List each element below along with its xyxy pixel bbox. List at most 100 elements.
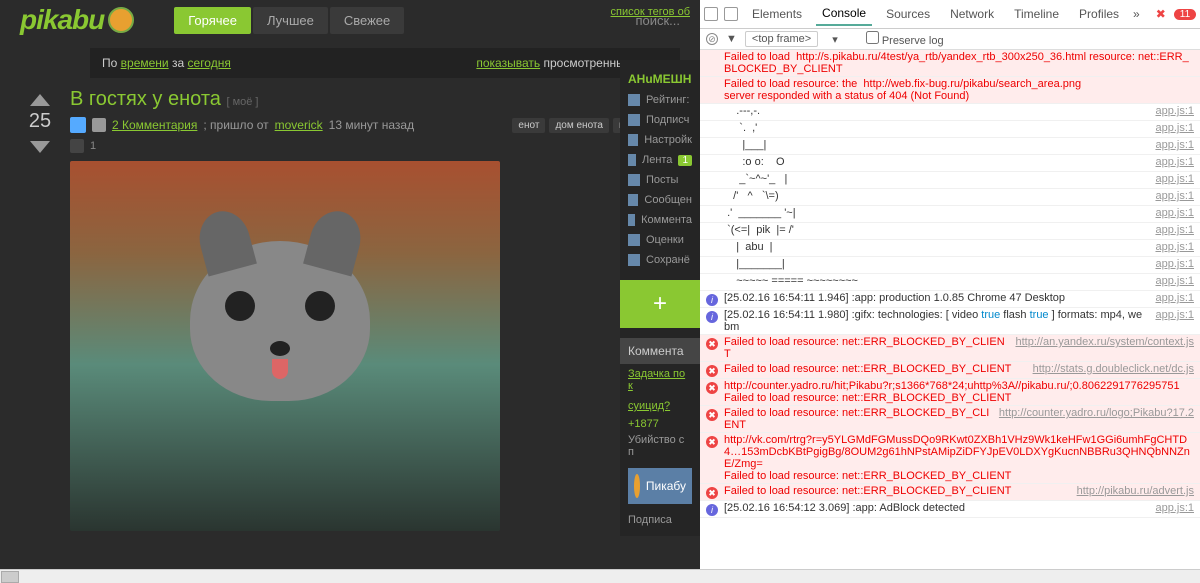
tab-console[interactable]: Console <box>816 2 872 26</box>
sidebar-item[interactable]: Оценки <box>620 230 700 250</box>
console-source[interactable]: app.js:1 <box>1155 156 1194 170</box>
logo[interactable]: pikabu <box>20 4 134 36</box>
console-source[interactable]: app.js:1 <box>1155 292 1194 306</box>
preserve-log-checkbox[interactable] <box>866 31 879 44</box>
console-source[interactable]: app.js:1 <box>1155 190 1194 204</box>
console-message: |_______| <box>724 258 1147 272</box>
sidebar-item-icon <box>628 134 638 146</box>
add-post-button[interactable]: + <box>620 280 700 328</box>
console-source[interactable]: app.js:1 <box>1155 502 1194 516</box>
frame-selector[interactable]: <top frame> <box>745 31 818 47</box>
console-line: :o o: Oapp.js:1 <box>700 155 1200 172</box>
horizontal-scrollbar[interactable] <box>0 569 1200 583</box>
console-source[interactable]: app.js:1 <box>1155 258 1194 272</box>
sidebar: АНuМЕШН Рейтинг:ПодписчНастройкЛента1Пос… <box>620 60 700 536</box>
console-source[interactable]: app.js:1 <box>1155 207 1194 221</box>
console-source[interactable]: app.js:1 <box>1155 173 1194 187</box>
comments-link[interactable]: 2 Комментария <box>112 118 197 132</box>
device-icon[interactable] <box>724 7 738 21</box>
sidebar-item[interactable]: Сообщен <box>620 190 700 210</box>
blank-icon <box>706 175 718 187</box>
downvote-icon[interactable] <box>30 141 50 153</box>
tab-hot[interactable]: Горячее <box>174 7 251 34</box>
vk-subscribe[interactable]: Подписа <box>620 512 700 528</box>
filter-show[interactable]: показывать <box>476 56 540 70</box>
sidebar-item[interactable]: Рейтинг: <box>620 90 700 110</box>
sidebar-link[interactable]: суицид? <box>620 396 700 416</box>
raccoon-illustration <box>190 241 390 441</box>
vk-widget[interactable]: Пикабу <box>628 468 692 504</box>
console-message: .---,-. <box>724 105 1147 119</box>
console-url[interactable]: http://stats.g.doubleclick.net/dc.js <box>1033 363 1194 377</box>
sub-meta: 1 <box>70 139 690 153</box>
blank-icon <box>706 277 718 289</box>
console-line: |_______| app.js:1 <box>700 257 1200 274</box>
console-line: |___|app.js:1 <box>700 138 1200 155</box>
sidebar-item[interactable]: Посты <box>620 170 700 190</box>
console-message: _`~^~'_ | <box>724 173 1147 187</box>
filter-time[interactable]: времени <box>121 56 169 70</box>
filter-icon[interactable]: ▼ <box>726 33 737 45</box>
post-image[interactable] <box>70 161 500 531</box>
sidebar-item[interactable]: Лента1 <box>620 150 700 170</box>
filter-today[interactable]: сегодня <box>188 56 231 70</box>
console-source[interactable]: app.js:1 <box>1155 105 1194 119</box>
tab-profiles[interactable]: Profiles <box>1073 3 1125 25</box>
toggle-icon[interactable] <box>70 117 86 133</box>
console-line: ✖Failed to load resource: net::ERR_BLOCK… <box>700 362 1200 379</box>
console-message: /' ^ `\=) <box>724 190 1147 204</box>
author-link[interactable]: moverick <box>275 118 323 132</box>
error-icon: ✖ <box>706 338 718 350</box>
console-source[interactable]: app.js:1 <box>1155 275 1194 289</box>
blank-icon <box>706 107 718 119</box>
console-source[interactable]: app.js:1 <box>1155 139 1194 153</box>
image-icon <box>70 139 84 153</box>
console-source[interactable]: app.js:1 <box>1155 309 1194 333</box>
tab-sources[interactable]: Sources <box>880 3 936 25</box>
sidebar-link[interactable]: Задачка по к <box>620 364 700 396</box>
sidebar-username[interactable]: АНuМЕШН <box>620 68 700 90</box>
console-url[interactable]: http://an.yandex.ru/system/context.js <box>1015 336 1194 360</box>
console-message: Failed to load resource: net::ERR_BLOCKE… <box>724 407 991 431</box>
tab-network[interactable]: Network <box>944 3 1000 25</box>
console-source[interactable]: app.js:1 <box>1155 224 1194 238</box>
meta-icon[interactable] <box>92 118 106 132</box>
tab-best[interactable]: Лучшее <box>253 7 328 34</box>
devtools-tabs: Elements Console Sources Network Timelin… <box>700 0 1200 29</box>
console-line: Failed to load resource: the http://web.… <box>700 77 1200 104</box>
post-title[interactable]: В гостях у енота [ моё ] <box>70 88 690 111</box>
upvote-icon[interactable] <box>30 94 50 106</box>
sidebar-item-icon <box>628 154 636 166</box>
top-links[interactable]: список тегов об <box>611 6 690 18</box>
sidebar-item[interactable]: Коммента <box>620 210 700 230</box>
tab-timeline[interactable]: Timeline <box>1008 3 1065 25</box>
sidebar-item-label: Сохранё <box>646 254 690 266</box>
sidebar-item[interactable]: Подписч <box>620 110 700 130</box>
post-mine-badge: [ моё ] <box>226 96 258 108</box>
sidebar-item-icon <box>628 114 640 126</box>
tag[interactable]: енот <box>512 118 545 133</box>
sidebar-item[interactable]: Сохранё <box>620 250 700 270</box>
blank-icon <box>706 226 718 238</box>
error-count-badge[interactable]: 11 <box>1174 9 1196 20</box>
clear-icon[interactable]: ⊘ <box>706 33 718 45</box>
inspect-icon[interactable] <box>704 7 718 21</box>
console-line: i[25.02.16 16:54:11 1.980] :gifx: techno… <box>700 308 1200 335</box>
sidebar-comments-head: Коммента <box>620 338 700 364</box>
sidebar-item-icon <box>628 234 640 246</box>
console-message: ~~~~~ ===== ~~~~~~~~ <box>724 275 1147 289</box>
console-line: `. ,'app.js:1 <box>700 121 1200 138</box>
filter-for: за <box>172 56 184 70</box>
console-message: [25.02.16 16:54:12 3.069] :app: AdBlock … <box>724 502 1147 516</box>
console-filter-bar: ⊘ ▼ <top frame> ▾ Preserve log <box>700 29 1200 50</box>
tag[interactable]: дом енота <box>549 118 609 133</box>
console-output[interactable]: Failed to load http://s.pikabu.ru/4test/… <box>700 50 1200 583</box>
tab-elements[interactable]: Elements <box>746 3 808 25</box>
console-source[interactable]: app.js:1 <box>1155 122 1194 136</box>
console-url[interactable]: http://pikabu.ru/advert.js <box>1077 485 1194 499</box>
console-url[interactable]: http://counter.yadro.ru/logo;Pikabu?17.2 <box>999 407 1194 431</box>
pikabu-page: список тегов об pikabu Горячее Лучшее Св… <box>0 0 700 583</box>
tab-fresh[interactable]: Свежее <box>330 7 404 34</box>
console-source[interactable]: app.js:1 <box>1155 241 1194 255</box>
sidebar-item[interactable]: Настройк <box>620 130 700 150</box>
